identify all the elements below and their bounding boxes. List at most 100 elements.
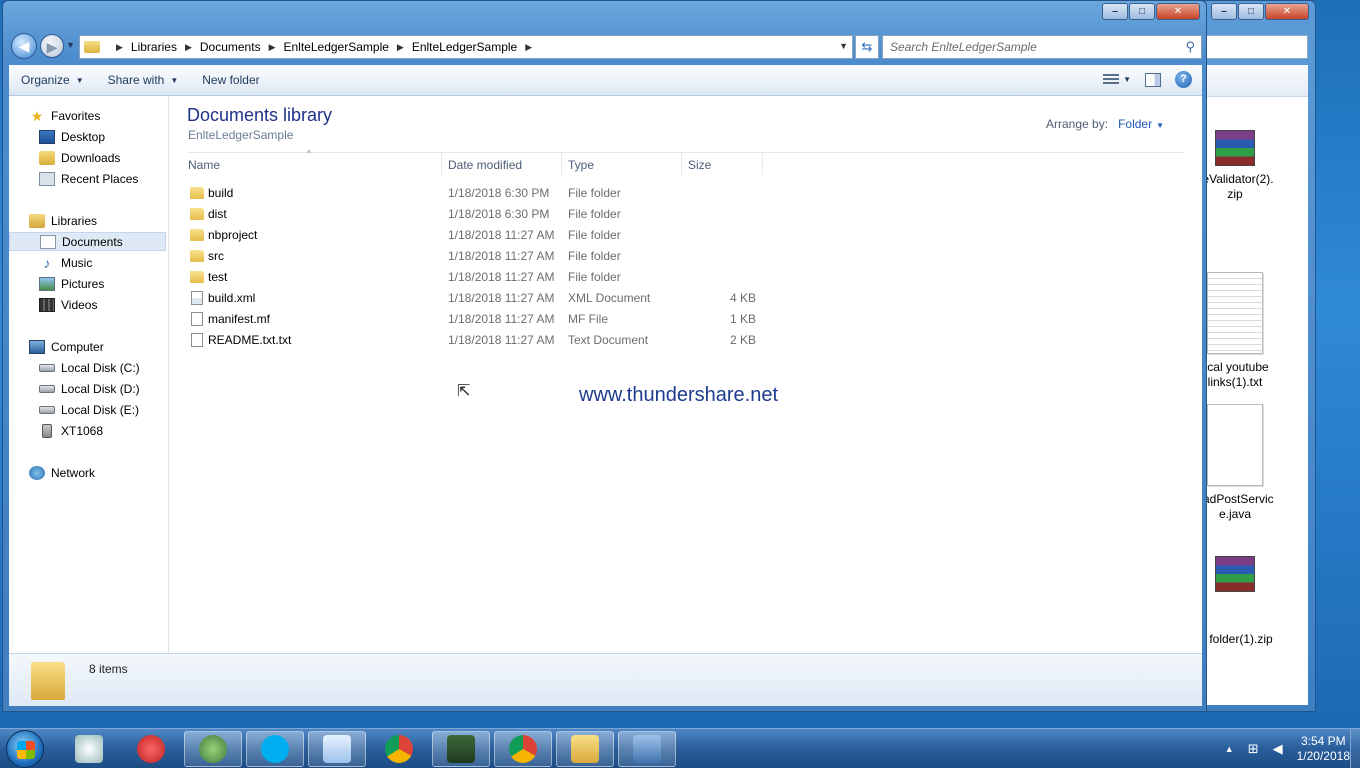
breadcrumb-documents[interactable]: Documents <box>200 40 261 54</box>
arrange-by-label: Arrange by: <box>1046 117 1109 131</box>
table-row[interactable]: test 1/18/2018 11:27 AM File folder <box>187 267 762 288</box>
folder-icon <box>190 229 204 241</box>
share-with-button[interactable]: Share with ▼ <box>96 73 191 87</box>
nav-network[interactable]: Network <box>9 463 166 482</box>
arrange-by-dropdown[interactable]: Folder ▼ <box>1118 117 1164 131</box>
nav-favorites[interactable]: ★ Favorites <box>9 106 166 125</box>
file-name: README.txt.txt <box>208 333 292 347</box>
nav-label: Libraries <box>51 213 98 228</box>
recent-pages-dropdown[interactable]: ▼ <box>66 40 75 50</box>
nav-computer[interactable]: Computer <box>9 337 166 356</box>
file-list-pane[interactable]: Documents library EnlteLedgerSample Arra… <box>170 96 1202 653</box>
taskbar-app-explorer[interactable] <box>556 731 614 767</box>
music-icon: ♪ <box>43 254 51 271</box>
folder-icon <box>31 662 65 700</box>
nav-documents[interactable]: Documents <box>9 232 166 251</box>
address-bar[interactable]: ▶ Libraries ▶ Documents ▶ EnlteLedgerSam… <box>79 35 853 59</box>
show-hidden-icons-icon[interactable]: ▲ <box>1225 744 1234 754</box>
close-button[interactable]: ✕ <box>1156 3 1200 20</box>
chrome-icon <box>385 735 413 763</box>
volume-icon[interactable]: ◀ <box>1273 741 1283 757</box>
network-status-icon[interactable]: ⊞ <box>1248 741 1259 757</box>
taskbar-app-skype[interactable] <box>246 731 304 767</box>
table-row[interactable]: nbproject 1/18/2018 11:27 AM File folder <box>187 225 762 246</box>
taskbar-app-android-studio[interactable] <box>184 731 242 767</box>
organize-button[interactable]: Organize ▼ <box>9 73 96 87</box>
address-history-dropdown[interactable]: ▼ <box>839 41 848 51</box>
table-row[interactable]: src 1/18/2018 11:27 AM File folder <box>187 246 762 267</box>
minimize-button[interactable]: – <box>1102 3 1128 20</box>
nav-disk-d[interactable]: Local Disk (D:) <box>9 379 166 398</box>
item-count: 8 items <box>89 662 128 676</box>
column-name[interactable]: Name <box>187 153 442 175</box>
help-icon[interactable]: ? <box>1175 71 1192 88</box>
explorer-window[interactable]: – □ ✕ ◀ ▶ ▼ ▶ Libraries ▶ Documents ▶ En… <box>2 0 1207 712</box>
file-type: Text Document <box>568 333 649 347</box>
folder-icon <box>190 208 204 220</box>
chevron-right-icon[interactable]: ▶ <box>397 42 404 53</box>
taskbar-app-notepad[interactable] <box>308 731 366 767</box>
refresh-button[interactable]: ⇆ <box>855 35 879 59</box>
taskbar-app-terminal[interactable] <box>432 731 490 767</box>
breadcrumb-libraries[interactable]: Libraries <box>131 40 177 54</box>
nav-device[interactable]: XT1068 <box>9 421 166 440</box>
maximize-button[interactable]: □ <box>1238 3 1264 20</box>
nav-label: Computer <box>51 339 104 354</box>
new-folder-button[interactable]: New folder <box>190 73 271 87</box>
table-row[interactable]: README.txt.txt 1/18/2018 11:27 AM Text D… <box>187 330 762 351</box>
star-icon: ★ <box>30 107 44 124</box>
taskbar-app-chrome-2[interactable] <box>494 731 552 767</box>
table-row[interactable]: build 1/18/2018 6:30 PM File folder <box>187 183 762 204</box>
close-button[interactable]: ✕ <box>1265 3 1309 20</box>
taskbar-app-snipping[interactable] <box>60 731 118 767</box>
change-view-icon[interactable] <box>1103 73 1120 86</box>
show-desktop-button[interactable] <box>1350 729 1360 768</box>
chevron-right-icon[interactable]: ▶ <box>116 42 123 53</box>
nav-libraries[interactable]: Libraries <box>9 211 166 230</box>
notepad-icon <box>323 735 351 763</box>
table-row[interactable]: build.xml 1/18/2018 11:27 AM XML Documen… <box>187 288 762 309</box>
chevron-right-icon[interactable]: ▶ <box>185 42 192 53</box>
start-button[interactable] <box>6 730 44 768</box>
details-pane: 8 items <box>9 653 1202 706</box>
table-row[interactable]: manifest.mf 1/18/2018 11:27 AM MF File 1… <box>187 309 762 330</box>
taskbar-app-recorder[interactable] <box>618 731 676 767</box>
taskbar-app-chrome[interactable] <box>370 731 428 767</box>
nav-label: Local Disk (C:) <box>61 360 140 375</box>
nav-disk-c[interactable]: Local Disk (C:) <box>9 358 166 377</box>
background-search-box[interactable] <box>1201 35 1308 59</box>
nav-music[interactable]: ♪ Music <box>9 253 166 272</box>
arrange-by: Arrange by: Folder ▼ <box>1046 117 1164 131</box>
nav-recent-places[interactable]: Recent Places <box>9 169 166 188</box>
nav-downloads[interactable]: Downloads <box>9 148 166 167</box>
view-options-dropdown[interactable]: ▼ <box>1123 75 1131 84</box>
search-input[interactable]: Search EnlteLedgerSample ⚲ <box>882 35 1202 59</box>
forward-button[interactable]: ▶ <box>40 34 64 58</box>
search-icon[interactable]: ⚲ <box>1185 39 1195 55</box>
chevron-right-icon[interactable]: ▶ <box>525 42 532 53</box>
clock[interactable]: 3:54 PM 1/20/2018 <box>1297 734 1350 764</box>
nav-disk-e[interactable]: Local Disk (E:) <box>9 400 166 419</box>
nav-label: Desktop <box>61 129 106 144</box>
navigation-pane[interactable]: ★ Favorites Desktop Downloads Recent Pla… <box>9 96 169 653</box>
minimize-button[interactable]: – <box>1211 3 1237 20</box>
nav-desktop[interactable]: Desktop <box>9 127 166 146</box>
taskbar-app-ccleaner[interactable] <box>122 731 180 767</box>
back-button[interactable]: ◀ <box>11 33 37 59</box>
chevron-right-icon[interactable]: ▶ <box>269 42 276 53</box>
column-size[interactable]: Size <box>687 153 763 175</box>
file-name: build.xml <box>208 291 256 305</box>
folder-icon <box>190 187 204 199</box>
table-row[interactable]: dist 1/18/2018 6:30 PM File folder <box>187 204 762 225</box>
column-date-modified[interactable]: Date modified <box>447 153 562 175</box>
nav-pictures[interactable]: Pictures <box>9 274 166 293</box>
maximize-button[interactable]: □ <box>1129 3 1155 20</box>
preview-pane-icon[interactable] <box>1145 72 1161 87</box>
breadcrumb-folder[interactable]: EnlteLedgerSample <box>284 40 389 54</box>
nav-label: Videos <box>61 297 98 312</box>
nav-videos[interactable]: Videos <box>9 295 166 314</box>
breadcrumb-current-folder[interactable]: EnlteLedgerSample <box>412 40 517 54</box>
column-type[interactable]: Type <box>567 153 682 175</box>
view-controls: ▼ ? <box>1103 71 1192 88</box>
refresh-icon: ⇆ <box>861 39 873 54</box>
